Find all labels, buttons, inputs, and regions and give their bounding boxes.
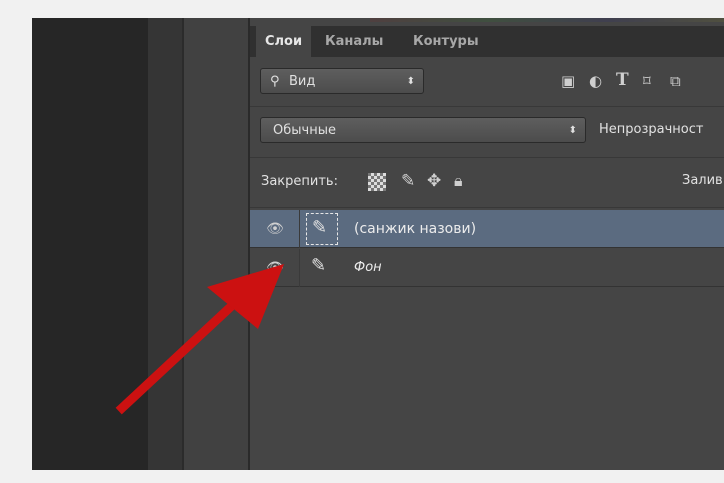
arrow-shaft	[115, 293, 245, 415]
red-arrow-annotation	[115, 264, 284, 415]
